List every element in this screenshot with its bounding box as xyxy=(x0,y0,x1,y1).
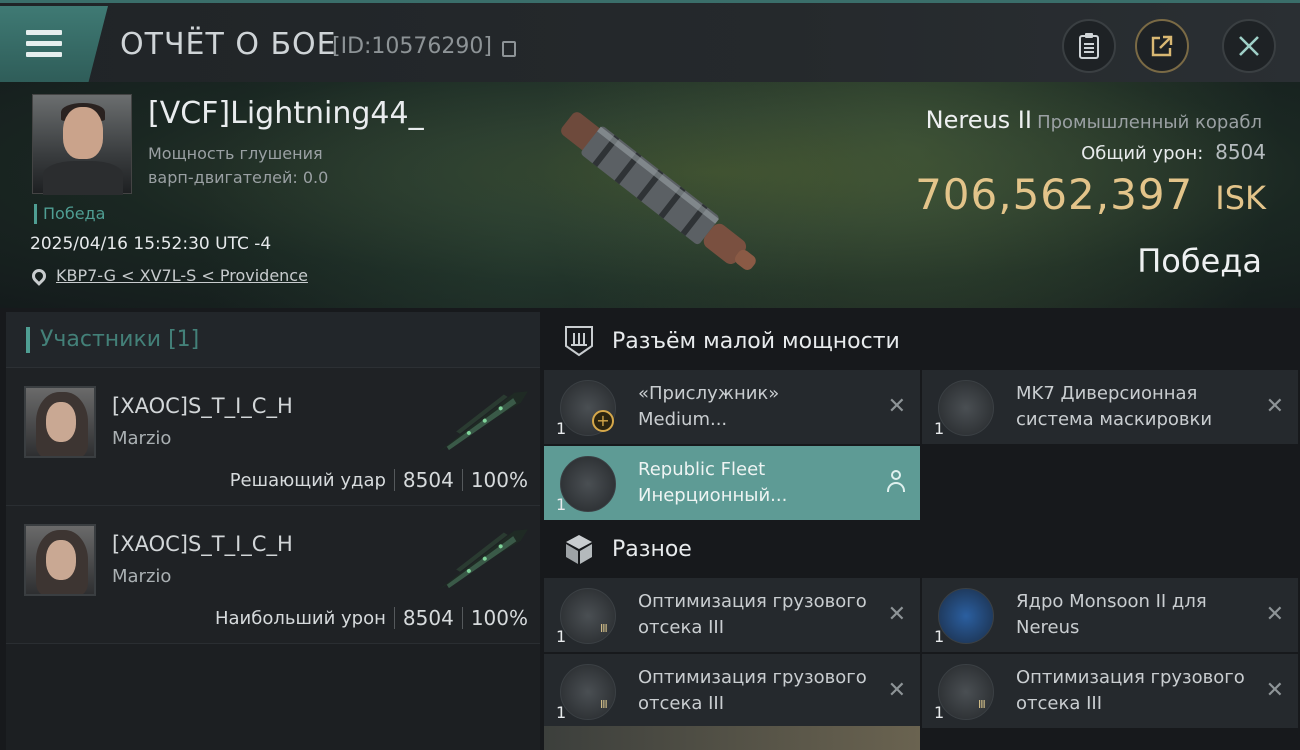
attacker-role: Решающий удар xyxy=(229,469,386,491)
module-qty: 1 xyxy=(556,419,567,438)
module-name: Ядро Monsoon II для Nereus xyxy=(1016,591,1207,638)
attacker-name: [XAOC]S_T_I_C_H xyxy=(112,532,293,556)
module-item[interactable]: III 1 Оптимизация грузового отсека III ✕ xyxy=(544,654,920,728)
close-icon xyxy=(1239,36,1259,56)
ship-class: Промышленный корабл xyxy=(1037,112,1262,133)
destroyed-icon: ✕ xyxy=(1265,394,1284,419)
clipboard-button[interactable] xyxy=(1062,19,1116,73)
attacker-ship: Marzio xyxy=(112,428,172,449)
module-thumbnail xyxy=(938,588,994,644)
attacker-row[interactable]: [XAOC]S_T_I_C_H Marzio Наибольший урон 8… xyxy=(6,506,540,644)
participants-label: Участники [1] xyxy=(40,327,200,352)
module-name: Republic Fleet Инерционный... xyxy=(638,459,788,506)
menu-button[interactable] xyxy=(0,6,108,82)
participants-panel: Участники [1] [XAOC]S_T_I_C_H Marzio Реш… xyxy=(6,312,540,750)
module-item[interactable]: 1 Ядро Monsoon II для Nereus ✕ xyxy=(922,578,1298,652)
participants-header[interactable]: Участники [1] xyxy=(6,312,540,368)
destroyed-icon: ✕ xyxy=(887,602,906,627)
fitting-panel: Разъём малой мощности + 1 «Прислужник» M… xyxy=(544,312,1300,750)
attacker-name: [XAOC]S_T_I_C_H xyxy=(112,394,293,418)
attacker-ship: Marzio xyxy=(112,566,172,587)
module-item[interactable]: + 1 «Прислужник» Medium... ✕ xyxy=(544,370,920,444)
victim-ship-type[interactable]: Nereus II Промышленный корабл xyxy=(926,106,1262,134)
isk-unit: ISK xyxy=(1215,179,1266,217)
accent-bar xyxy=(26,326,30,353)
module-item[interactable]: III 1 Оптимизация грузового отсека III ✕ xyxy=(922,654,1298,728)
module-thumbnail xyxy=(938,380,994,436)
location[interactable]: KBP7-G < XV7L-S < Providence xyxy=(29,265,308,286)
section-misc: Разное xyxy=(544,520,1300,578)
attacker-damage: 8504 xyxy=(402,606,454,630)
section-title: Разное xyxy=(612,536,692,562)
share-icon xyxy=(1151,35,1173,57)
attacker-stats: Решающий удар 8504 100% xyxy=(230,468,528,492)
attacker-role: Наибольший урон xyxy=(214,607,386,629)
plus-badge-icon: + xyxy=(592,410,614,432)
module-item-partial[interactable] xyxy=(544,726,920,750)
section-low-slots: Разъём малой мощности xyxy=(544,312,1300,370)
attacker-stats: Наибольший урон 8504 100% xyxy=(215,606,528,630)
section-title: Разъём малой мощности xyxy=(612,328,900,354)
module-qty: 1 xyxy=(556,627,567,646)
module-name: Оптимизация грузового отсека III xyxy=(638,591,867,638)
isk-amount: 706,562,397 xyxy=(915,170,1194,219)
module-item[interactable]: 1 MK7 Диверсионная система маскировки ✕ xyxy=(922,370,1298,444)
module-name: Оптимизация грузового отсека III xyxy=(1016,667,1245,714)
top-bar: ОТЧЁТ О БОЕ [ID:10576290] xyxy=(0,0,1300,82)
module-thumbnail xyxy=(560,456,616,512)
location-link[interactable]: KBP7-G < XV7L-S < Providence xyxy=(56,266,308,285)
tier-icon: III xyxy=(978,698,986,711)
module-item[interactable]: III 1 Оптимизация грузового отсека III ✕ xyxy=(544,578,920,652)
warp-scramble-strength: Мощность глушения варп-двигателей: 0.0 xyxy=(148,144,329,187)
module-item-selected[interactable]: 1 Republic Fleet Инерционный... xyxy=(544,446,920,520)
result-label: Победа xyxy=(1137,242,1262,280)
attacker-ship-icon xyxy=(438,529,528,591)
location-pin-icon xyxy=(29,265,49,286)
victim-banner: [VCF]Lightning44_ Мощность глушения варп… xyxy=(0,82,1300,308)
total-damage-label: Общий урон: xyxy=(1081,143,1204,164)
attacker-portrait[interactable] xyxy=(24,386,96,458)
destroyed-icon: ✕ xyxy=(887,394,906,419)
attacker-portrait[interactable] xyxy=(24,524,96,596)
module-qty: 1 xyxy=(934,419,945,438)
victim-pilot-name[interactable]: [VCF]Lightning44_ xyxy=(148,96,424,131)
destroyed-icon: ✕ xyxy=(1265,602,1284,627)
kill-datetime: 2025/04/16 15:52:30 UTC -4 xyxy=(30,234,272,254)
share-button[interactable] xyxy=(1135,19,1189,73)
clipboard-icon xyxy=(1079,33,1099,59)
empty-slot xyxy=(922,446,1298,520)
module-qty: 1 xyxy=(556,703,567,722)
low-slot-icon xyxy=(565,326,593,357)
module-name: Оптимизация грузового отсека III xyxy=(638,667,867,714)
person-icon xyxy=(886,470,906,494)
attacker-damage: 8504 xyxy=(402,468,454,492)
ship-render xyxy=(561,112,756,270)
module-name: MK7 Диверсионная система маскировки xyxy=(1016,383,1213,430)
attacker-percent: 100% xyxy=(470,468,528,492)
tier-icon: III xyxy=(600,622,608,635)
ship-name: Nereus II xyxy=(925,106,1032,134)
page-title: ОТЧЁТ О БОЕ xyxy=(120,27,337,62)
total-damage: Общий урон: 8504 xyxy=(1081,140,1266,164)
module-name: «Прислужник» Medium... xyxy=(638,383,780,430)
module-qty: 1 xyxy=(556,495,567,514)
total-damage-value: 8504 xyxy=(1215,140,1266,164)
attacker-ship-icon xyxy=(438,391,528,453)
report-id: [ID:10576290] xyxy=(332,34,492,59)
module-qty: 1 xyxy=(934,627,945,646)
cube-icon xyxy=(566,535,592,564)
close-button[interactable] xyxy=(1222,19,1276,73)
destroyed-icon: ✕ xyxy=(887,678,906,703)
attacker-row[interactable]: [XAOC]S_T_I_C_H Marzio Решающий удар 850… xyxy=(6,368,540,506)
victim-portrait[interactable] xyxy=(32,94,132,195)
menu-icon xyxy=(26,30,62,58)
tier-icon: III xyxy=(600,698,608,711)
copy-icon[interactable] xyxy=(502,41,516,57)
status-tag: Победа xyxy=(34,204,105,224)
destroyed-icon: ✕ xyxy=(1265,678,1284,703)
module-qty: 1 xyxy=(934,703,945,722)
attacker-percent: 100% xyxy=(470,606,528,630)
isk-value: 706,562,397 ISK xyxy=(915,170,1266,219)
